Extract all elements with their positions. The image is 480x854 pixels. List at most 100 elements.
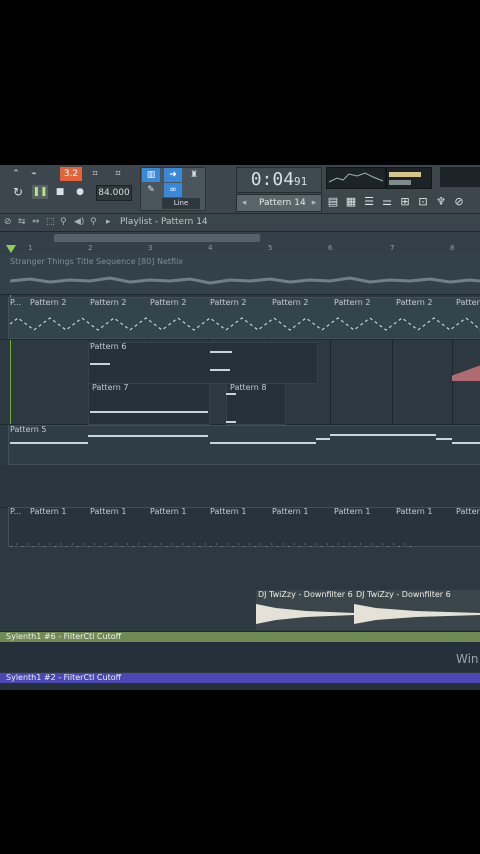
song-mode-icon[interactable]: ⌗	[108, 167, 128, 181]
bar-number: 3	[148, 244, 153, 252]
line-mode-select[interactable]: Line	[162, 198, 200, 209]
playlist-icon[interactable]: ▤	[326, 195, 340, 209]
pattern-2-clip-label: Pattern 2	[272, 298, 309, 307]
metronome-icon[interactable]: ♜	[186, 168, 202, 182]
channel-rack-icon[interactable]: ⚌	[380, 195, 394, 209]
pause-icon[interactable]: ❚❚	[32, 185, 48, 199]
record-icon[interactable]: ●	[72, 185, 88, 199]
pattern-7-clip-label: Pattern 7	[92, 383, 129, 392]
pattern-2-clip-label: Pattern 2	[334, 298, 371, 307]
pattern-mode-icon[interactable]: ⌗	[86, 167, 104, 181]
time-main: 0:04	[250, 169, 295, 190]
note	[330, 434, 436, 436]
pattern-1-clip-label: P...	[10, 507, 22, 516]
cpu-meter	[386, 167, 432, 189]
pattern-5-clip[interactable]	[8, 425, 480, 465]
bar-number: 8	[450, 244, 455, 252]
arrow-icon[interactable]: ➜	[164, 168, 182, 182]
pattern-1-clip-label: Pattern 1	[210, 507, 247, 516]
downfilter-waveform	[256, 604, 480, 624]
note	[436, 438, 452, 440]
loop-icon[interactable]: ↻	[10, 185, 26, 199]
pattern-1-clip-label: Pattern 1	[456, 507, 480, 516]
link-icon[interactable]: ∞	[164, 183, 182, 197]
pencil-icon[interactable]: ✎	[142, 183, 160, 197]
pattern-5-clip-label: Pattern 5	[10, 425, 47, 434]
search-icon[interactable]: ⚲	[90, 214, 97, 231]
note	[88, 435, 208, 437]
pattern-selector[interactable]: ◂ Pattern 14 ▸	[236, 194, 322, 212]
fl-studio-window: ⌃ ⌁ 3.2 ⌗ ⌗ ↻ ❚❚ ■ ● 84.000 ▥ ➜ ♜ ✎ ∞ Li…	[0, 165, 480, 690]
pattern-1-clip-label: Pattern 1	[150, 507, 187, 516]
time-display[interactable]: 0:0491	[236, 167, 322, 193]
bar-numbers: 1 2 3 4 5 6 7 8	[0, 244, 480, 254]
step-badge[interactable]: 3.2	[60, 167, 82, 181]
audio-waveform	[10, 276, 480, 285]
pattern-selector-label: Pattern 14	[259, 198, 306, 208]
windows-watermark: Win	[456, 652, 479, 666]
zoom-icon[interactable]: ⚲	[60, 214, 67, 231]
plugin-icon[interactable]: ⊡	[416, 195, 430, 209]
keyboard-icon[interactable]: ▥	[142, 168, 160, 182]
help-icon[interactable]: ⊘	[452, 195, 466, 209]
pattern-8-clip-label: Pattern 8	[230, 383, 267, 392]
automation-label: Sylenth1 #6 - FilterCtl Cutoff	[6, 632, 122, 641]
tempo-tap-icon[interactable]: ♆	[434, 195, 448, 209]
snap-icon[interactable]: ⇆	[18, 214, 26, 231]
playhead-marker[interactable]	[6, 245, 16, 253]
bar-number: 5	[268, 244, 273, 252]
bar-number: 7	[390, 244, 395, 252]
automation-clip-sylenth-2[interactable]: Sylenth1 #2 - FilterCtl Cutoff	[0, 673, 480, 683]
note	[226, 421, 236, 423]
pattern-1-clip-label: Pattern 1	[30, 507, 67, 516]
playlist-arrow-icon: ▸	[106, 217, 111, 227]
speaker-icon[interactable]: ◀)	[74, 214, 84, 231]
pattern-1-clip-label: Pattern 1	[90, 507, 127, 516]
note	[210, 351, 232, 353]
pattern-6-clip-label: Pattern 6	[90, 342, 127, 351]
pattern-2-notes	[10, 317, 480, 331]
piano-roll-icon[interactable]: ▦	[344, 195, 358, 209]
time-ms: 91	[294, 175, 308, 188]
options-icon[interactable]: ⊘	[4, 214, 12, 231]
pattern-1-clip-label: Pattern 1	[334, 507, 371, 516]
automation-clip-sylenth-6[interactable]: Sylenth1 #6 - FilterCtl Cutoff	[0, 632, 480, 642]
waveform-monitor-icon	[328, 172, 384, 183]
next-pattern-icon[interactable]: ▸	[309, 195, 319, 211]
hint-panel	[440, 167, 480, 187]
cpu-meter-bar	[389, 172, 421, 177]
red-clip-edge	[452, 365, 480, 381]
mixer-icon[interactable]: ☰	[362, 195, 376, 209]
note	[90, 363, 110, 365]
prev-pattern-icon[interactable]: ◂	[239, 195, 249, 211]
note	[226, 393, 236, 395]
note	[316, 438, 330, 440]
automation-label: Sylenth1 #2 - FilterCtl Cutoff	[6, 673, 122, 682]
bar-number: 1	[28, 244, 33, 252]
bar-number: 4	[208, 244, 213, 252]
browser-icon[interactable]: ⊞	[398, 195, 412, 209]
tempo-display[interactable]: 84.000	[96, 185, 132, 201]
select-icon[interactable]: ⬚	[46, 214, 55, 231]
stop-icon[interactable]: ■	[52, 185, 68, 199]
playlist-title: Playlist - Pattern 14	[120, 217, 208, 227]
horizontal-scrollbar[interactable]	[54, 234, 260, 242]
playlist-header: ⊘ ⇆ ⇔ ⬚ ⚲ ◀) ⚲ ▸ Playlist - Pattern 14	[0, 214, 480, 232]
move-icon[interactable]: ⇔	[32, 214, 40, 231]
bar-number: 6	[328, 244, 333, 252]
pattern-2-clip-label: Pattern 2	[396, 298, 433, 307]
note	[10, 442, 88, 444]
audio-clip-label: Stranger Things Title Sequence [80] Netf…	[10, 257, 184, 266]
bar-number: 2	[88, 244, 93, 252]
automation-track-2-body[interactable]	[0, 683, 480, 690]
pattern-2-clip-label: P...	[10, 298, 22, 307]
output-monitor	[326, 167, 386, 189]
wait-icon[interactable]: ⌁	[26, 167, 42, 181]
pattern-2-clip-label: Pattern 2	[30, 298, 67, 307]
track-empty[interactable]	[0, 465, 480, 508]
note	[452, 442, 480, 444]
tool-icon[interactable]: ⌃	[8, 167, 24, 181]
note	[210, 442, 316, 444]
automation-track-1-body[interactable]	[0, 642, 480, 672]
pattern-1-clip-label: Pattern 1	[396, 507, 433, 516]
